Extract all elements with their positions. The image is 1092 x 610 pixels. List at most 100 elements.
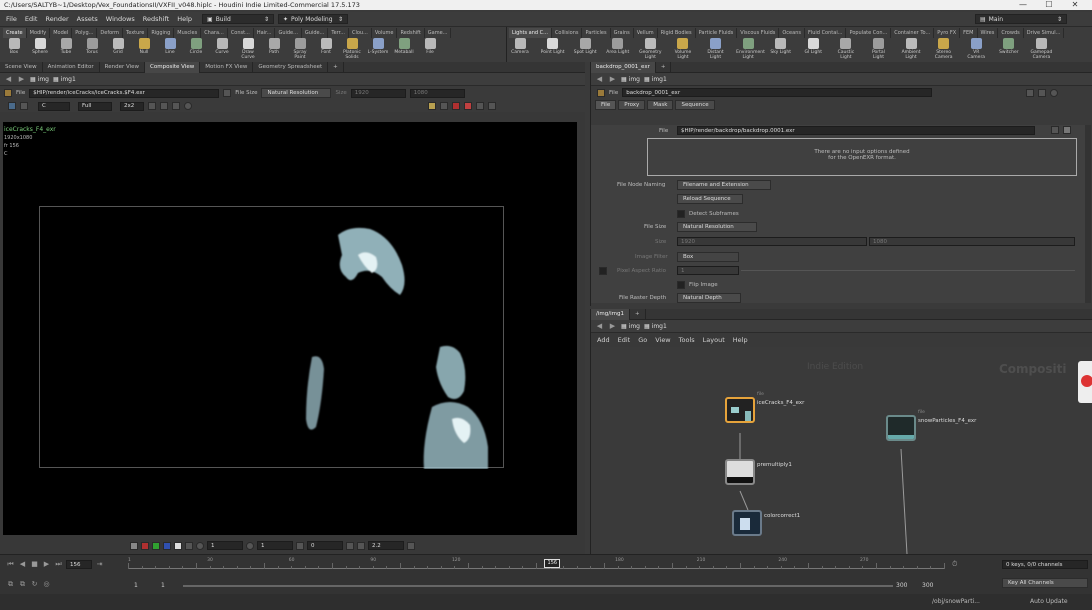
channel-select[interactable]: C [38,101,70,111]
shelf-left-tab-chara-8[interactable]: Chara... [201,28,228,38]
net-back-icon[interactable]: ◀ [595,322,604,331]
blue-channel-icon[interactable] [163,541,171,550]
shelf-right-tab-vellum-4[interactable]: Vellum [634,28,658,38]
auto-update-select[interactable]: Auto Update [1030,598,1068,605]
range-start[interactable]: 1 [134,582,138,589]
info-icon[interactable] [184,102,192,110]
menu-redshift[interactable]: Redshift [139,15,173,23]
red-channel-icon[interactable] [141,541,149,550]
naming-select[interactable]: Filename and Extension [677,180,771,190]
param-size-h[interactable]: 1080 [869,237,1075,246]
network-menu-add[interactable]: Add [597,336,610,344]
shelf-right-tab-particles-2[interactable]: Particles [582,28,611,38]
file-browse-icon[interactable] [223,89,232,97]
tab-animation-editor[interactable]: Animation Editor [43,61,100,73]
network-menu-layout[interactable]: Layout [703,336,725,344]
gamma-icon[interactable] [357,541,365,550]
ratio-select[interactable]: 2x2 [120,101,144,111]
shelf-left-tool-file[interactable]: File [418,38,442,62]
subtab-proxy[interactable]: Proxy [618,99,646,110]
tab-backdrop[interactable]: backdrop_0001_exr [591,61,656,73]
shelf-left-tool-null[interactable]: Null [132,38,156,62]
shelf-left-tab-hair-10[interactable]: Hair... [254,28,276,38]
node-icecracks[interactable]: file iceCracks_F4_exr [725,392,804,423]
range-start-2[interactable]: 1 [161,582,165,589]
aspect-field[interactable]: 1 [677,266,739,275]
left-filesize-select[interactable]: Natural Resolution [261,88,332,98]
layout-icon[interactable] [488,102,496,110]
aspect-checkbox[interactable] [599,267,607,275]
shelf-left-tab-clou-14[interactable]: Clou... [349,28,372,38]
shelf-left-tool-curve[interactable]: Curve [210,38,234,62]
offscreen-node[interactable] [1078,361,1092,403]
shelf-left-tab-create-0[interactable]: Create [3,28,27,38]
shelf-right-tab-fluid-contai-9[interactable]: Fluid Contai... [805,28,847,38]
bottom-field-b[interactable]: 1 [257,541,293,550]
shelf-right-tool-caustic-light[interactable]: Caustic Light [834,38,858,62]
main-desktop-select[interactable]: ▤ Main ⇕ [975,14,1067,24]
shelf-right-tool-sky-light[interactable]: Sky Light [769,38,793,62]
record-icon[interactable] [452,102,460,110]
shelf-right-tool-point-light[interactable]: Point Light [541,38,565,62]
tool-c-icon[interactable] [172,102,180,110]
current-frame-marker[interactable]: 156 [544,559,561,568]
param-forward-icon[interactable]: ▶ [608,75,617,84]
shelf-right-tab-viscous-fluids-7[interactable]: Viscous Fluids [737,28,780,38]
shelf-left-tool-circle[interactable]: Circle [184,38,208,62]
shelf-right-tab-drive-simul-16[interactable]: Drive Simul... [1024,28,1065,38]
bottom-field-a[interactable]: 1 [207,541,243,550]
lut-icon[interactable] [428,102,436,110]
desktop-select[interactable]: ✦ Poly Modeling ⇕ [278,14,349,24]
reload-sequence-button[interactable]: Reload Sequence [677,194,743,204]
image-viewer[interactable]: iceCracks_F4_exr 1920x1080 fr 156 C [3,122,577,535]
range-end[interactable]: 300 [896,582,907,589]
shelf-left-tool-spray-paint[interactable]: Spray Paint [288,38,312,62]
menu-help[interactable]: Help [173,15,196,23]
shelf-left-tab-muscles-7[interactable]: Muscles [174,28,202,38]
tab-geometry-spreadsheet[interactable]: Geometry Spreadsheet [253,61,329,73]
shelf-right-tool-environment-light[interactable]: Environment Light [736,38,765,62]
network-menu-view[interactable]: View [655,336,670,344]
shelf-left-tab-volume-15[interactable]: Volume [372,28,398,38]
param-back-icon[interactable]: ◀ [595,75,604,84]
shelf-left-tool-platonic-solids[interactable]: Platonic Solids [340,38,364,62]
grid-icon[interactable] [476,102,484,110]
shelf-left-tool-tube[interactable]: Tube [54,38,78,62]
tab-motion-fx-view[interactable]: Motion FX View [200,61,254,73]
shelf-right-tab-rigid-bodies-5[interactable]: Rigid Bodies [658,28,696,38]
shelf-left-tab-modify-1[interactable]: Modify [27,28,51,38]
range-a-icon[interactable]: ⧉ [6,580,15,589]
view-icon[interactable] [8,102,16,110]
shelf-right-tool-gamepad-camera[interactable]: Gamepad Camera [1029,38,1053,62]
histogram-icon[interactable] [407,541,415,550]
shelf-left-tool-draw-curve[interactable]: Draw Curve [236,38,260,62]
network-add-tab-button[interactable]: + [630,308,646,320]
info-node-icon[interactable] [1050,88,1059,97]
maximize-button[interactable]: ☐ [1036,0,1062,10]
param-scrollbar[interactable] [1085,125,1091,303]
menu-assets[interactable]: Assets [73,15,102,23]
shelf-left-tool-box[interactable]: Box [2,38,26,62]
shelf-right-tool-vr-camera[interactable]: VR Camera [964,38,988,62]
shelf-left-tab-deform-4[interactable]: Deform [97,28,123,38]
path-img[interactable]: ▦ img [30,76,49,83]
node-colorcorrect[interactable]: colorcorrect1 [732,510,800,536]
step-back-icon[interactable]: ◀ [18,560,27,569]
shelf-right-tab-wires-14[interactable]: Wires [978,28,999,38]
menu-file[interactable]: File [2,15,21,23]
shelf-left-tab-guide-11[interactable]: Guide... [275,28,302,38]
network-menu-tools[interactable]: Tools [679,336,695,344]
shelf-right-tab-fem-13[interactable]: FEM [960,28,978,38]
gear-icon[interactable] [1026,88,1035,97]
green-channel-icon[interactable] [152,541,160,550]
network-menu-edit[interactable]: Edit [618,336,631,344]
network-menu-help[interactable]: Help [733,336,748,344]
shelf-right-tab-crowds-15[interactable]: Crowds [998,28,1024,38]
menu-windows[interactable]: Windows [102,15,139,23]
lut-select-icon[interactable] [346,541,354,550]
shelf-right-tool-stereo-camera[interactable]: Stereo Camera [932,38,956,62]
current-frame-field[interactable]: 156 [66,560,92,569]
tool-b-icon[interactable] [160,102,168,110]
add-tab-button[interactable]: + [656,61,672,73]
shelf-left-tool-torus[interactable]: Torus [80,38,104,62]
